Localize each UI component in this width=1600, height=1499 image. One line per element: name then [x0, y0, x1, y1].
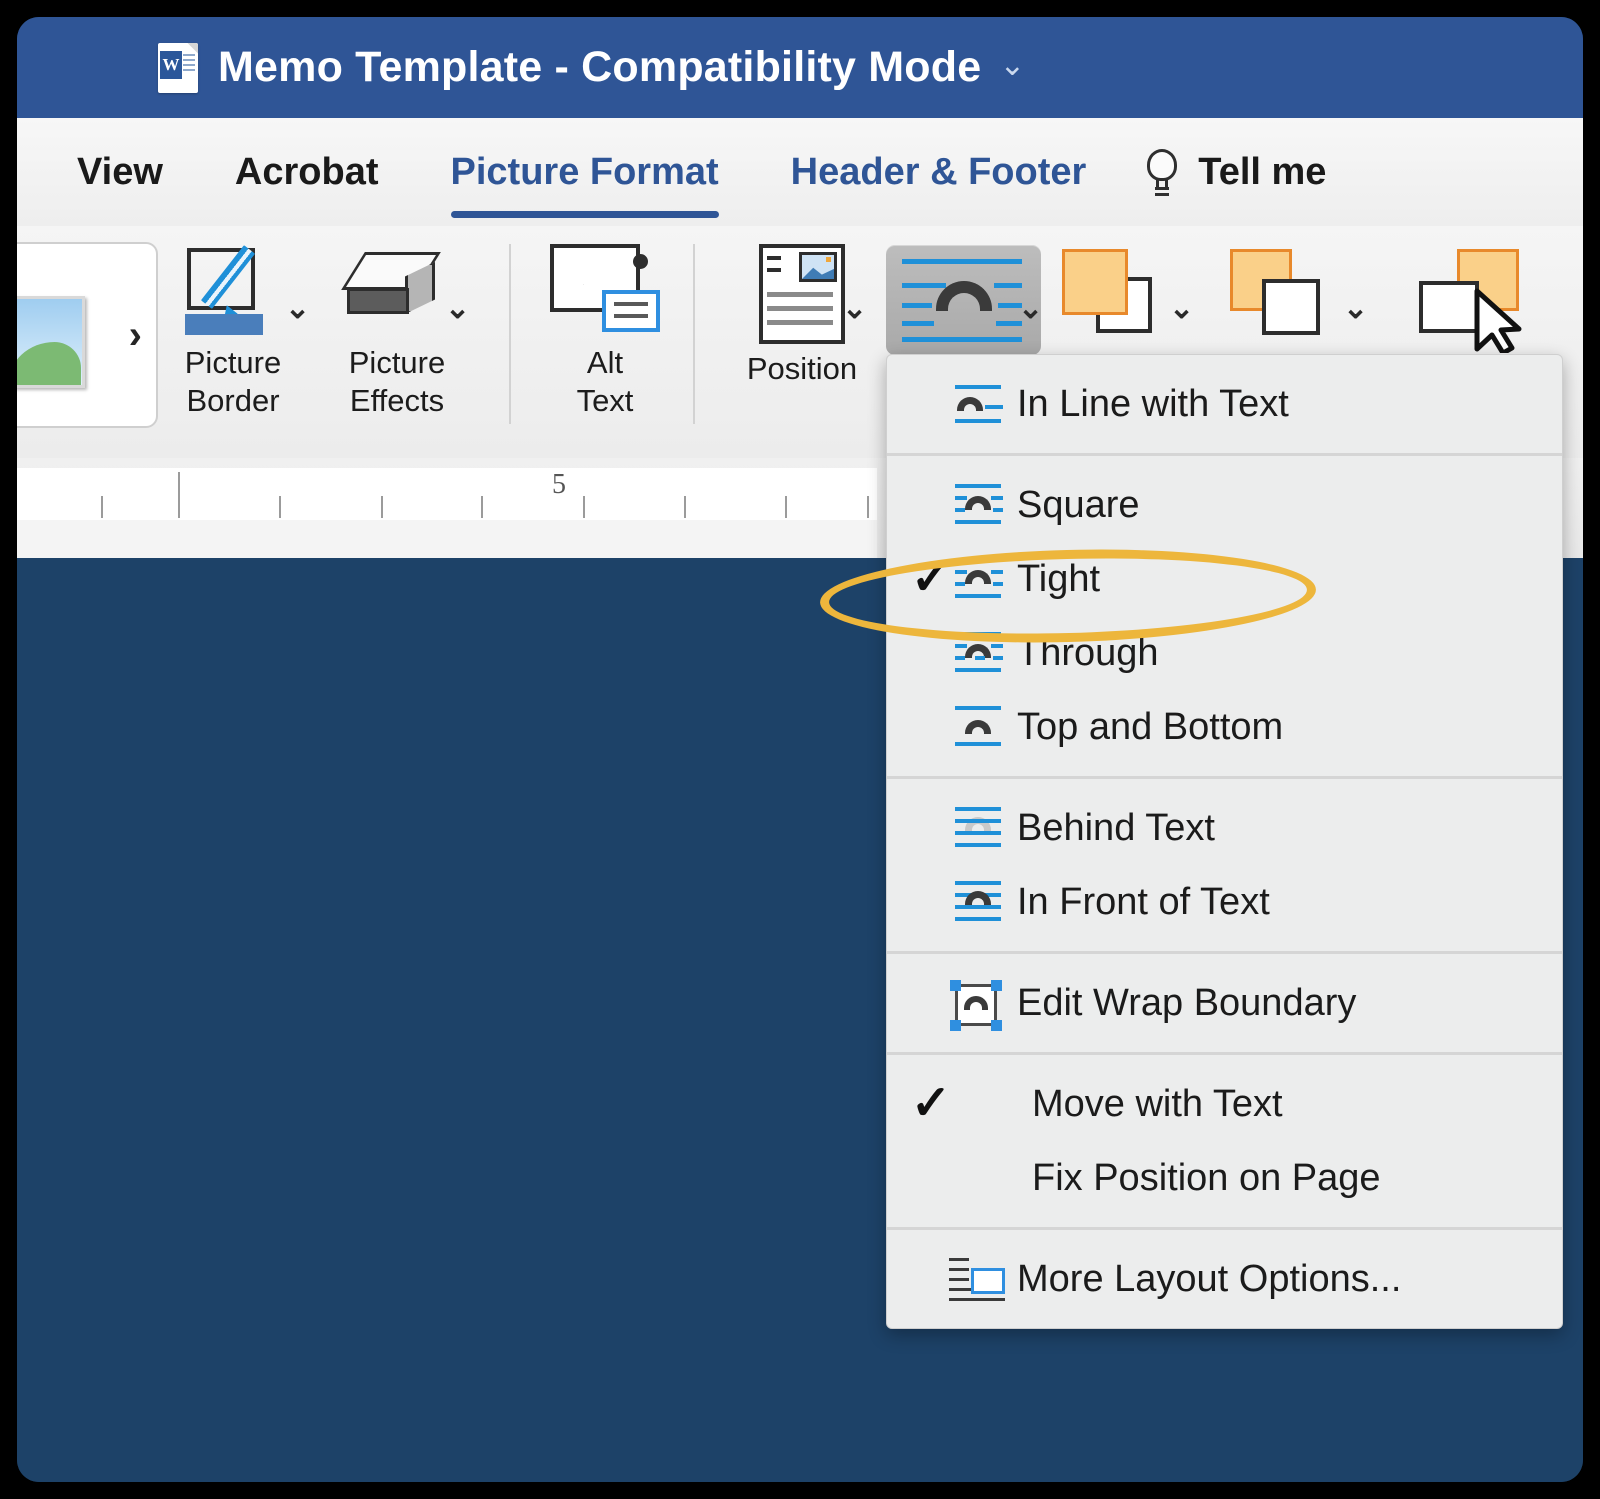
tab-picture-format[interactable]: Picture Format [450, 118, 719, 226]
menu-label-in-front-of-text: In Front of Text [1017, 880, 1270, 923]
wrap-top-bottom-icon [947, 704, 1009, 750]
picture-border-button[interactable]: Picture Border [153, 242, 313, 420]
bring-forward-icon [1062, 249, 1180, 353]
menu-item-top-and-bottom[interactable]: Top and Bottom [887, 690, 1562, 764]
word-document-icon: W [158, 42, 198, 93]
alt-text-label-2: Text [576, 383, 634, 418]
wrap-tight-icon [947, 556, 1009, 602]
selection-pane-button[interactable] [1415, 249, 1533, 353]
bring-forward-button[interactable] [1062, 249, 1180, 353]
tab-acrobat-label: Acrobat [234, 150, 379, 193]
tab-tell-me[interactable]: Tell me [1144, 118, 1326, 226]
tab-view[interactable]: View [77, 118, 163, 226]
horizontal-ruler[interactable]: 5 [17, 468, 877, 520]
menu-label-tight: Tight [1017, 557, 1101, 600]
menu-item-behind-text[interactable]: Behind Text [887, 791, 1562, 865]
menu-item-in-front-of-text[interactable]: In Front of Text [887, 865, 1562, 939]
ruler-spacer [17, 520, 877, 558]
position-label: Position [746, 351, 858, 386]
ribbon-tab-bar: View Acrobat Picture Format Header & Foo… [17, 118, 1583, 227]
menu-label-square: Square [1017, 483, 1140, 526]
alt-text-label-1: Alt [586, 345, 624, 380]
edit-wrap-boundary-icon [947, 980, 1009, 1031]
picture-effects-caret-icon[interactable]: ⌄ [445, 294, 470, 324]
alt-text-button[interactable]: Alt Text [535, 244, 675, 420]
position-icon [759, 244, 845, 344]
menu-label-behind-text: Behind Text [1017, 806, 1215, 849]
alt-text-icon [550, 244, 660, 340]
move-with-text-checkmark-icon: ✓ [910, 1077, 952, 1130]
tab-acrobat[interactable]: Acrobat [235, 118, 379, 226]
picture-effects-label-1: Picture [348, 345, 446, 380]
menu-item-fix-position-on-page[interactable]: Fix Position on Page [887, 1141, 1562, 1215]
chevron-right-icon[interactable]: › [129, 315, 142, 355]
wrap-through-icon [947, 630, 1009, 676]
menu-label-top-and-bottom: Top and Bottom [1017, 705, 1284, 748]
app-window: W Memo Template - Compatibility Mode ⌄ V… [17, 17, 1583, 1482]
active-tab-underline [450, 211, 719, 218]
send-backward-button[interactable] [1230, 249, 1348, 353]
ruler-label-5: 5 [552, 469, 566, 500]
title-chevron-down-icon[interactable]: ⌄ [999, 49, 1025, 80]
position-caret-icon[interactable]: ⌄ [842, 294, 867, 324]
menu-label-in-line-with-text: In Line with Text [1017, 382, 1289, 425]
wrap-text-dropdown-menu: In Line with Text Square ✓ Tight Through… [886, 354, 1563, 1329]
send-backward-caret-icon[interactable]: ⌄ [1343, 294, 1368, 324]
more-layout-options-icon [947, 1256, 1009, 1302]
wrap-text-caret-icon[interactable]: ⌄ [1018, 294, 1043, 324]
tab-view-label: View [77, 150, 163, 193]
picture-border-label-1: Picture [184, 345, 282, 380]
menu-label-move-with-text: Move with Text [1032, 1082, 1283, 1125]
wrap-inline-icon [947, 381, 1009, 427]
picture-effects-button[interactable]: Picture Effects [317, 248, 477, 420]
tab-header-and-footer-label: Header & Footer [790, 150, 1087, 193]
menu-label-fix-position-on-page: Fix Position on Page [1032, 1156, 1381, 1199]
wrap-behind-text-icon [947, 805, 1009, 851]
picture-border-icon [183, 242, 283, 342]
menu-label-through: Through [1017, 631, 1159, 674]
wrap-square-icon [947, 482, 1009, 528]
menu-label-more-layout-options: More Layout Options... [1017, 1257, 1402, 1300]
tab-tell-me-label: Tell me [1198, 150, 1327, 193]
picture-effects-icon [341, 248, 447, 338]
lightbulb-icon [1144, 149, 1180, 196]
mouse-cursor-icon [1474, 288, 1522, 353]
menu-item-in-line-with-text[interactable]: In Line with Text [887, 367, 1562, 441]
menu-item-through[interactable]: Through [887, 616, 1562, 690]
menu-item-square[interactable]: Square [887, 468, 1562, 542]
tab-picture-format-label: Picture Format [450, 150, 719, 193]
tab-header-and-footer[interactable]: Header & Footer [791, 118, 1087, 226]
menu-item-edit-wrap-boundary[interactable]: Edit Wrap Boundary [887, 966, 1562, 1040]
group-divider-2 [693, 244, 695, 424]
menu-item-move-with-text[interactable]: ✓ Move with Text [887, 1067, 1562, 1141]
window-title: Memo Template - Compatibility Mode [218, 43, 982, 91]
bring-forward-caret-icon[interactable]: ⌄ [1169, 294, 1194, 324]
picture-effects-label-2: Effects [349, 383, 445, 418]
menu-item-tight[interactable]: ✓ Tight [887, 542, 1562, 616]
group-divider-1 [509, 244, 511, 424]
picture-style-thumbnail[interactable] [17, 296, 85, 388]
selection-pane-icon [1415, 249, 1533, 353]
send-backward-icon [1230, 249, 1348, 353]
menu-label-edit-wrap-boundary: Edit Wrap Boundary [1017, 981, 1357, 1024]
picture-border-label-2: Border [186, 383, 280, 418]
menu-item-more-layout-options[interactable]: More Layout Options... [887, 1242, 1562, 1316]
title-bar: W Memo Template - Compatibility Mode ⌄ [17, 17, 1583, 118]
picture-border-caret-icon[interactable]: ⌄ [285, 294, 310, 324]
picture-styles-gallery[interactable]: › [17, 242, 158, 428]
wrap-in-front-of-text-icon [947, 879, 1009, 925]
